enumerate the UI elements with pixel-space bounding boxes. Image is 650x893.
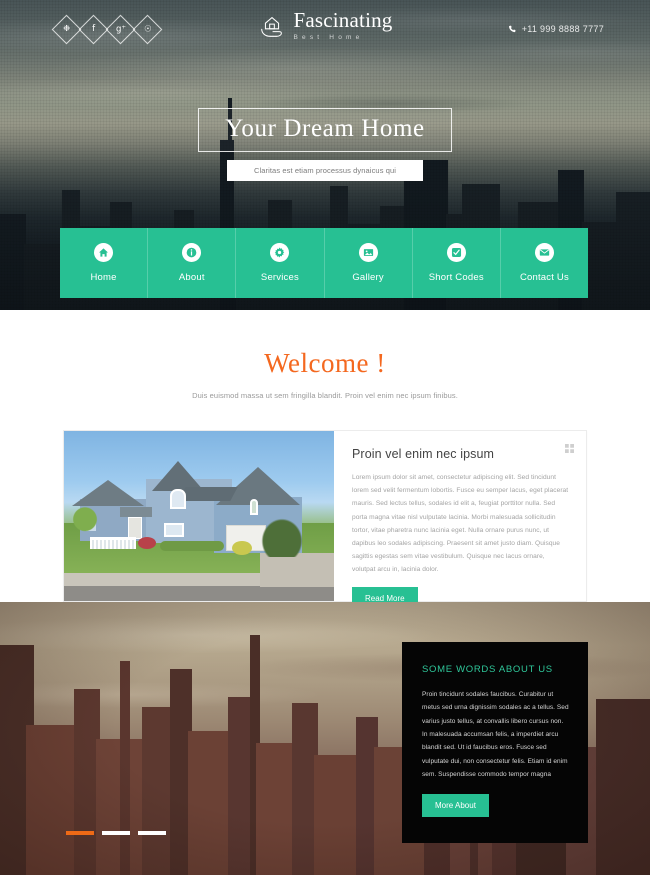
- nav-item-gallery[interactable]: Gallery: [325, 228, 413, 298]
- top-bar: ❉ f g⁺ ☉ Fascinating Best Home +11 999 8…: [0, 0, 650, 58]
- bush-red: [138, 537, 156, 549]
- phone-icon: [508, 25, 516, 32]
- brand-name: Fascinating: [293, 8, 393, 32]
- shrub-row: [160, 541, 224, 551]
- check-square-icon: [446, 243, 466, 262]
- front-door: [128, 517, 142, 539]
- slider-pagination: [66, 831, 166, 835]
- hero-content: Your Dream Home Claritas est etiam proce…: [0, 108, 650, 182]
- hero-headline-box: Your Dream Home: [198, 108, 452, 153]
- nav-item-contact-us[interactable]: Contact Us: [501, 228, 588, 298]
- hero-subline-box: Claritas est etiam processus dynaicus qu…: [227, 160, 423, 182]
- porch-roof: [120, 507, 152, 517]
- dribbble-icon[interactable]: ☉: [132, 14, 163, 44]
- road: [64, 586, 334, 601]
- phone-number[interactable]: +11 999 8888 7777: [508, 24, 604, 34]
- house-in-hand-icon: [261, 16, 283, 37]
- feature-card-body: Proin vel enim nec ipsum Lorem ipsum dol…: [334, 431, 586, 610]
- window-upper-right: [250, 499, 258, 515]
- brand-tagline: Best Home: [293, 34, 364, 41]
- house-photo: [64, 431, 334, 601]
- about-panel: SOME WORDS ABOUT US Proin tincidunt soda…: [402, 642, 588, 843]
- google-plus-icon[interactable]: g⁺: [105, 14, 136, 44]
- grid-icon[interactable]: [565, 440, 574, 453]
- page-root: ❉ f g⁺ ☉ Fascinating Best Home +11 999 8…: [0, 0, 650, 893]
- driveway: [260, 553, 334, 587]
- nav-item-home[interactable]: Home: [60, 228, 149, 298]
- nav-item-services[interactable]: Services: [236, 228, 325, 298]
- facebook-glyph: f: [92, 23, 95, 34]
- nav-label-contact-us: Contact Us: [519, 272, 569, 283]
- image-icon: [358, 243, 378, 262]
- slider-dot-2[interactable]: [102, 831, 130, 835]
- social-links: ❉ f g⁺ ☉: [51, 14, 163, 44]
- nav-label-gallery: Gallery: [352, 272, 384, 283]
- hero-subline: Claritas est etiam processus dynaicus qu…: [253, 166, 397, 176]
- about-text: Proin tincidunt sodales faucibus. Curabi…: [422, 691, 569, 778]
- slider-dot-3[interactable]: [138, 831, 166, 835]
- info-icon: [182, 243, 202, 262]
- facebook-icon[interactable]: f: [78, 14, 109, 44]
- nav-label-home: Home: [90, 272, 117, 283]
- envelope-icon: [534, 243, 554, 262]
- gear-icon: [270, 243, 290, 262]
- window-lower-main: [164, 523, 184, 537]
- phone-text: +11 999 8888 7777: [521, 24, 604, 34]
- feature-card-text: Lorem ipsum dolor sit amet, consectetur …: [352, 474, 569, 574]
- welcome-section: Welcome ! Duis euismod massa ut sem frin…: [0, 310, 650, 400]
- feature-card: Proin vel enim nec ipsum Lorem ipsum dol…: [63, 430, 587, 610]
- slider-dot-1[interactable]: [66, 831, 94, 835]
- nav-label-short-codes: Short Codes: [428, 272, 484, 283]
- feature-card-title: Proin vel enim nec ipsum: [352, 447, 495, 461]
- nav-item-short-codes[interactable]: Short Codes: [413, 228, 501, 298]
- welcome-title: Welcome !: [264, 348, 386, 378]
- window-upper-main: [170, 489, 186, 509]
- tree-left: [72, 503, 98, 539]
- twitter-glyph: ❉: [62, 23, 71, 34]
- more-about-button[interactable]: More About: [422, 794, 489, 818]
- roof-mid-slope: [178, 487, 238, 501]
- about-section: SOME WORDS ABOUT US Proin tincidunt soda…: [0, 602, 650, 875]
- about-title: SOME WORDS ABOUT US: [422, 664, 553, 675]
- main-navigation: Home About Services Gallery Short Codes …: [60, 228, 588, 298]
- home-icon: [94, 243, 114, 262]
- nav-label-services: Services: [260, 272, 299, 283]
- nav-label-about: About: [178, 272, 205, 283]
- nav-item-about[interactable]: About: [148, 228, 237, 298]
- google-plus-glyph: g⁺: [115, 23, 126, 34]
- bush-yellow: [232, 541, 252, 555]
- bush-large-right: [260, 517, 304, 557]
- hero-banner: ❉ f g⁺ ☉ Fascinating Best Home +11 999 8…: [0, 0, 650, 310]
- welcome-subtitle: Duis euismod massa ut sem fringilla blan…: [192, 391, 458, 400]
- hero-headline: Your Dream Home: [225, 115, 425, 142]
- dribbble-glyph: ☉: [143, 23, 152, 34]
- twitter-icon[interactable]: ❉: [51, 14, 82, 44]
